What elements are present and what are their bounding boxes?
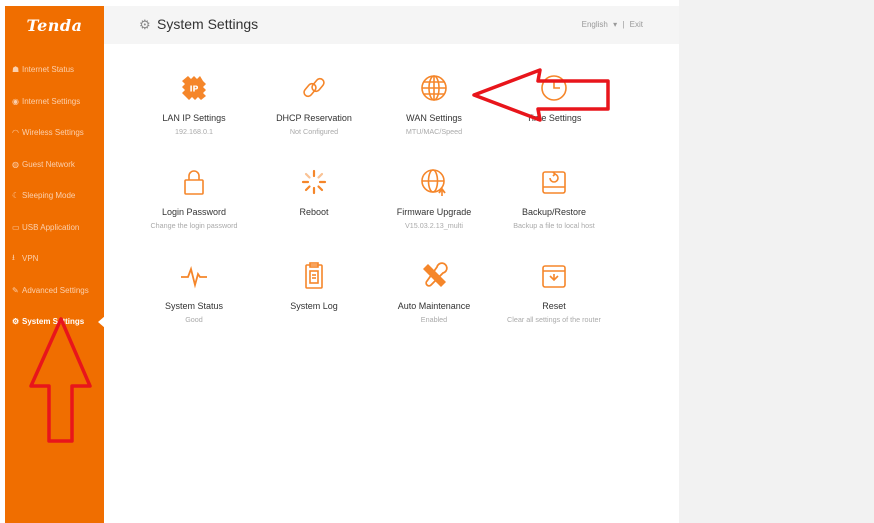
tile-label: System Log [290,301,338,311]
tile-wan-settings[interactable]: WAN Settings MTU/MAC/Speed [384,72,484,138]
tile-dhcp-reservation[interactable]: DHCP Reservation Not Configured [264,72,364,138]
page-title: System Settings [157,16,259,32]
sidebar-item-label: System Settings [22,317,85,327]
lock-icon [184,170,204,195]
hard-drive-icon [542,171,566,194]
gear-icon: ⚙ [139,17,151,32]
tile-label: System Status [164,301,224,311]
sidebar-nav: ☗ Internet Status ◉ Internet Settings ◠ Wir… [5,54,105,338]
sidebar-item-guest-network[interactable]: ◍ Guest Network [5,149,104,181]
sidebar-item-internet-settings[interactable]: ◉ Internet Settings [5,86,104,118]
reset-drive-icon [542,265,566,288]
svg-text:IP: IP [190,85,199,94]
sidebar-item-label: Internet Settings [22,96,81,106]
tile-label: Login Password [161,207,227,217]
globe-icon [421,75,447,101]
tile-label: DHCP Reservation [276,113,352,123]
tile-label: Auto Maintenance [397,301,471,311]
wifi-icon: ◠ [12,128,19,138]
tile-firmware-upgrade[interactable]: Firmware Upgrade V15.03.2.13_multi [384,166,484,232]
globe-icon: ◉ [12,96,19,106]
sidebar-item-label: Advanced Settings [22,285,89,295]
sidebar-item-label: Sleeping Mode [22,191,76,201]
tile-system-status[interactable]: System Status Good [144,260,244,326]
house-icon: ☗ [12,65,20,75]
clock-icon [541,75,567,101]
header-actions: English ▾ | Exit [579,20,643,29]
exit-link[interactable]: Exit [630,20,643,29]
tile-sublabel: 192.168.0.1 [175,127,213,136]
tile-login-password[interactable]: Login Password Change the login password [144,166,244,232]
lan-ip-icon: IP [182,76,206,100]
tile-label: Time Settings [526,113,582,123]
sidebar-item-label: VPN [22,254,39,264]
tile-sublabel: Backup a file to local host [513,221,595,230]
tile-sublabel: V15.03.2.13_multi [405,221,463,230]
tile-label: Firmware Upgrade [396,207,472,217]
tile-auto-maintenance[interactable]: Auto Maintenance Enabled [384,260,484,326]
clipboard-icon [305,262,323,289]
tile-label: Backup/Restore [521,207,587,217]
sidebar-item-sleeping-mode[interactable]: ☾ Sleeping Mode [5,180,104,212]
pulse-icon [181,265,207,289]
tile-label: WAN Settings [406,113,462,123]
right-blank-pane [679,0,874,523]
tile-lan-ip-settings[interactable]: IP LAN IP Settings 192.168.0.1 [144,72,244,138]
tile-sublabel: Not Configured [289,127,339,136]
guest-icon: ◍ [12,159,19,169]
gear-icon: ⚙ [12,317,20,327]
spinner-icon [301,169,327,195]
sidebar-item-system-settings[interactable]: ⚙ System Settings [5,306,105,338]
tile-sublabel: Enabled [420,315,448,324]
tile-system-log[interactable]: System Log [264,260,364,314]
sidebar-item-internet-status[interactable]: ☗ Internet Status [5,54,104,86]
vpn-icon: ⭳ [12,252,15,262]
tile-time-settings[interactable]: Time Settings [504,72,604,126]
tile-sublabel: Clear all settings of the router [507,315,601,324]
main-panel: ⚙ System Settings English ▾ | Exit IP LA… [104,6,679,523]
language-select[interactable]: English [582,20,608,29]
header-separator: | [622,20,625,29]
tools-icon [423,262,448,287]
tile-backup-restore[interactable]: Backup/Restore Backup a file to local ho… [504,166,604,232]
sidebar-item-label: Guest Network [22,159,75,169]
globe-upload-icon [421,169,446,196]
tile-sublabel: Good [185,315,203,324]
tile-sublabel: Change the login password [150,221,238,230]
tile-label: LAN IP Settings [162,113,226,123]
tile-label: Reboot [299,207,329,217]
tile-label: Reset [542,301,566,311]
tile-reset[interactable]: Reset Clear all settings of the router [504,260,604,326]
tools-icon: ✎ [12,285,19,295]
page-header: ⚙ System Settings English ▾ | Exit [104,6,679,44]
tenda-logo: Tenda [26,16,83,35]
sidebar-item-label: Internet Status [22,65,75,75]
sidebar-item-label: Wireless Settings [22,128,84,138]
sidebar-item-advanced-settings[interactable]: ✎ Advanced Settings [5,275,104,307]
sidebar: Tenda ☗ Internet Status ◉ Internet Setting… [5,6,105,523]
sidebar-item-label: USB Application [22,222,80,232]
tile-reboot[interactable]: Reboot [264,166,364,220]
tile-sublabel: MTU/MAC/Speed [405,127,463,136]
sidebar-item-vpn[interactable]: ⭳ VPN [5,243,104,275]
usb-icon: ▭ [12,222,20,232]
chevron-down-icon[interactable]: ▾ [613,20,617,29]
link-icon [303,77,325,98]
sidebar-item-wireless-settings[interactable]: ◠ Wireless Settings [5,117,104,149]
sidebar-item-usb-application[interactable]: ▭ USB Application [5,212,104,244]
moon-icon: ☾ [12,191,20,201]
